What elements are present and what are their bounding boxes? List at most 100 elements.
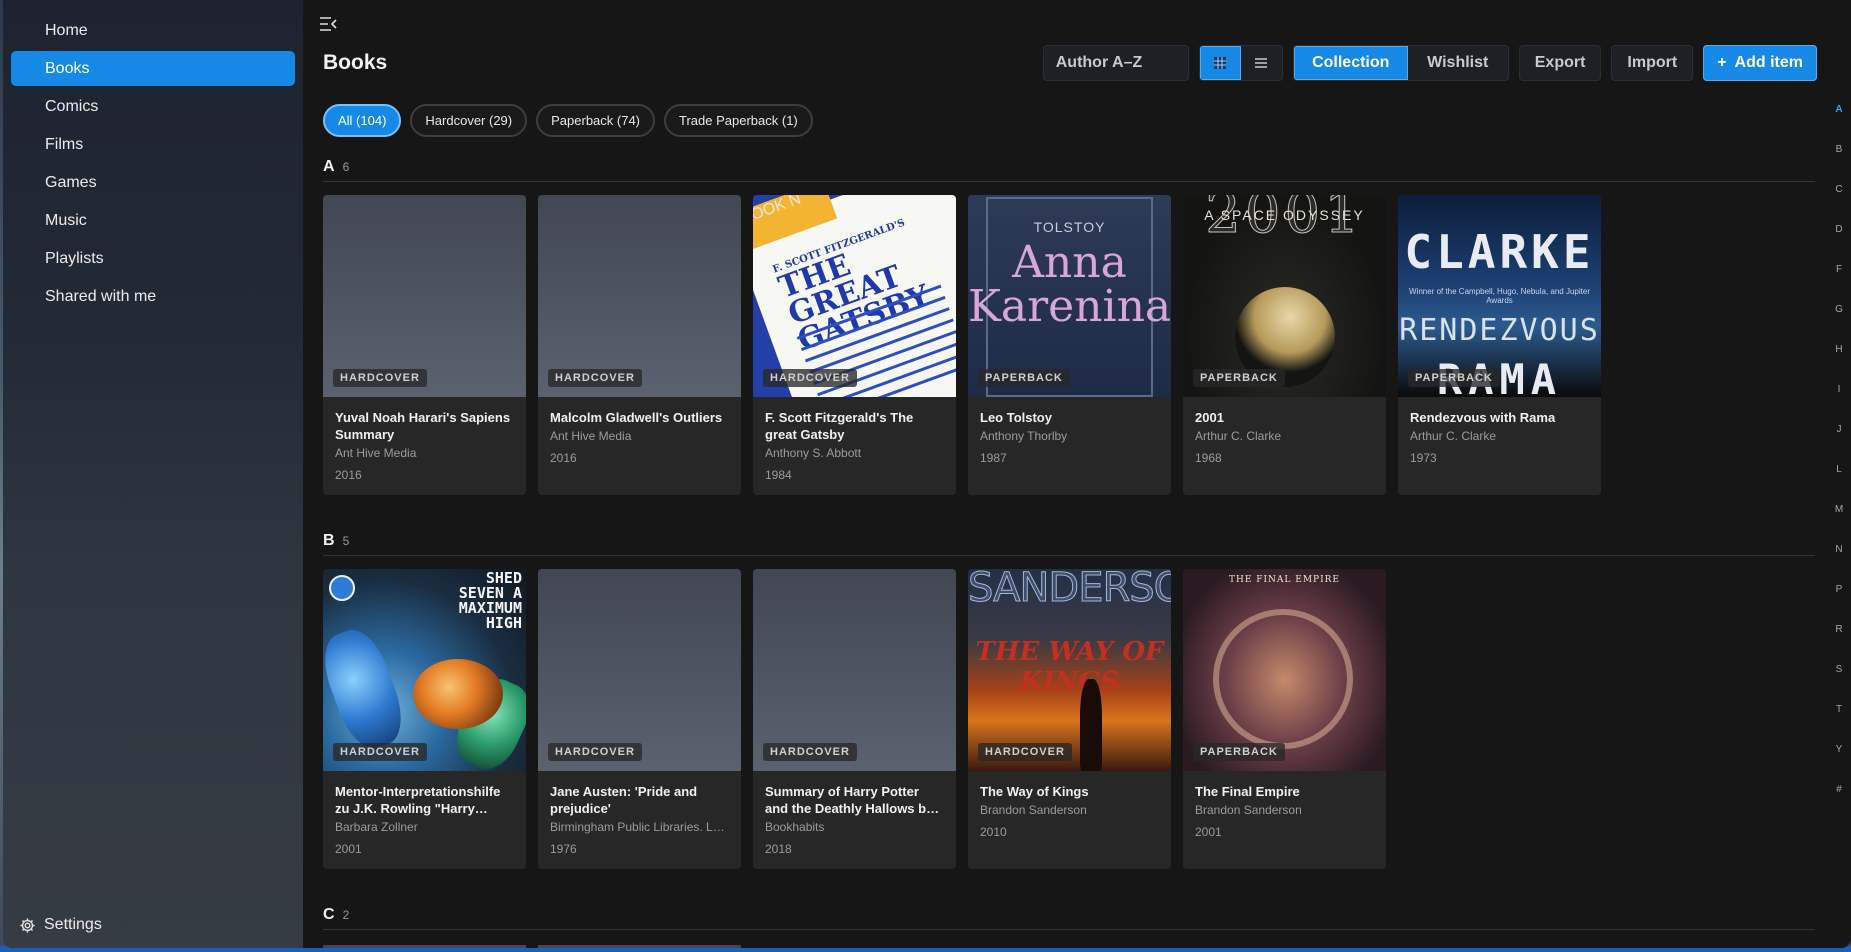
alphabet-index-letter[interactable]: T bbox=[1836, 704, 1842, 744]
alphabet-index-letter[interactable]: D bbox=[1835, 224, 1842, 264]
book-author: Anthony S. Abbott bbox=[765, 446, 862, 460]
book-title: Jane Austen: 'Pride and prejudice' bbox=[550, 784, 698, 816]
book-title: Summary of Harry Potter and the Deathly … bbox=[765, 784, 934, 816]
wishlist-tab[interactable]: Wishlist bbox=[1408, 46, 1508, 80]
section-header: B5 bbox=[323, 532, 1815, 556]
collapse-sidebar-icon[interactable] bbox=[319, 16, 337, 32]
book-author: Birmingham Public Libraries. Language an… bbox=[550, 820, 729, 834]
book-info: Yuval Noah Harari's Sapiens Summary Ant H… bbox=[323, 397, 526, 482]
book-card[interactable]: HARDCOVER Malcolm Gladwell's Outliers Ant … bbox=[538, 195, 741, 495]
cover-art bbox=[1213, 609, 1353, 749]
book-year: 2001 bbox=[1195, 825, 1222, 839]
filter-chip[interactable]: Paperback (74) bbox=[536, 104, 656, 137]
alphabet-index-letter[interactable]: J bbox=[1837, 424, 1842, 464]
alphabet-index-letter[interactable]: I bbox=[1838, 384, 1841, 424]
alphabet-index-letter[interactable]: G bbox=[1835, 304, 1843, 344]
book-card[interactable]: HARDCOVER Yuval Noah Harari's Sapiens Sum… bbox=[323, 195, 526, 495]
book-card[interactable]: HARDCOVER Jane Austen: 'Pride and prejudi… bbox=[538, 569, 741, 869]
list-icon bbox=[1255, 58, 1268, 68]
section-header: A6 bbox=[323, 158, 1815, 182]
cover-author: SANDERSON bbox=[968, 569, 1171, 612]
book-info: Rendezvous with Rama Arthur C. Clarke 1973 bbox=[1398, 397, 1601, 465]
sidebar-item-music[interactable]: Music bbox=[11, 203, 295, 238]
book-year: 2016 bbox=[550, 451, 577, 465]
settings-button[interactable]: Settings bbox=[19, 916, 102, 934]
format-badge: HARDCOVER bbox=[548, 369, 642, 387]
format-filters: All (104) Hardcover (29) Paperback (74) Tra… bbox=[323, 104, 813, 137]
book-info: Summary of Harry Potter and the Deathly … bbox=[753, 771, 956, 856]
alphabet-index-letter[interactable]: L bbox=[1836, 464, 1842, 504]
book-card[interactable]: SANDERSON THE WAY OF KINGS HARDCOVER The Wa… bbox=[968, 569, 1171, 869]
sidebar-item-playlists[interactable]: Playlists bbox=[11, 241, 295, 276]
page-title: Books bbox=[323, 51, 388, 74]
book-card[interactable]: SHED SEVEN A MAXIMUM HIGH HARDCOVER Mentor… bbox=[323, 569, 526, 869]
add-item-button[interactable]: + Add item bbox=[1703, 45, 1817, 81]
book-year: 2016 bbox=[335, 468, 362, 482]
book-title: Rendezvous with Rama bbox=[1410, 410, 1556, 425]
alphabet-index-letter[interactable]: N bbox=[1835, 544, 1842, 584]
filter-chip[interactable]: All (104) bbox=[323, 104, 402, 137]
import-button[interactable]: Import bbox=[1611, 45, 1694, 81]
alphabet-index-letter[interactable]: Y bbox=[1836, 744, 1843, 784]
book-year: 1984 bbox=[765, 468, 792, 482]
cover-title: Anna Karenina bbox=[968, 237, 1171, 332]
sidebar-item-games[interactable]: Games bbox=[11, 165, 295, 200]
book-card[interactable]: THE FINAL EMPIRE PAPERBACK The Final Empir… bbox=[1183, 569, 1386, 869]
book-author: Brandon Sanderson bbox=[980, 803, 1087, 817]
book-title: 2001 bbox=[1195, 410, 1224, 425]
alphabet-index-letter[interactable]: C bbox=[1835, 184, 1842, 224]
alphabet-index-letter[interactable]: S bbox=[1836, 664, 1843, 704]
cover-title: THE WAY OF KINGS bbox=[975, 637, 1164, 697]
book-info: Malcolm Gladwell's Outliers Ant Hive Medi… bbox=[538, 397, 741, 465]
book-author: Brandon Sanderson bbox=[1195, 803, 1302, 817]
section-count: 5 bbox=[342, 534, 350, 548]
book-year: 2018 bbox=[765, 842, 792, 856]
section-letter: A bbox=[323, 158, 335, 175]
alphabet-index-letter[interactable]: R bbox=[1835, 624, 1842, 664]
format-badge: HARDCOVER bbox=[763, 369, 857, 387]
alphabet-index-letter[interactable]: H bbox=[1835, 344, 1842, 384]
sidebar-item-films[interactable]: Films bbox=[11, 127, 295, 162]
sidebar-item-home[interactable]: Home bbox=[11, 13, 295, 48]
section-count: 6 bbox=[342, 160, 350, 174]
book-card[interactable]: 2001 A SPACE ODYSSEY PAPERBACK 2001 Arthur C… bbox=[1183, 195, 1386, 495]
format-badge: PAPERBACK bbox=[1408, 369, 1500, 387]
book-info: The Way of Kings Brandon Sanderson 2010 bbox=[968, 771, 1171, 839]
sidebar-nav: Home Books Comics Films Games Music Playlists S… bbox=[3, 13, 303, 314]
book-cover: BOOK N F. SCOTT FITZGERALD'S THE GREAT GAT… bbox=[753, 195, 956, 397]
alphabet-index-letter[interactable]: B bbox=[1836, 144, 1843, 184]
cover-art bbox=[323, 622, 412, 756]
gear-icon bbox=[20, 917, 35, 933]
cover-title-line1: RENDEZVOUS bbox=[1399, 313, 1600, 348]
export-button[interactable]: Export bbox=[1518, 45, 1602, 81]
list-view-button[interactable] bbox=[1241, 46, 1282, 80]
add-item-label: Add item bbox=[1734, 54, 1803, 71]
sidebar-item-comics[interactable]: Comics bbox=[11, 89, 295, 124]
sidebar-item-shared-with-me[interactable]: Shared with me bbox=[11, 279, 295, 314]
format-badge: PAPERBACK bbox=[978, 369, 1070, 387]
book-info: Mentor-Interpretationshilfe zu J.K. Rowl… bbox=[323, 771, 526, 856]
filter-chip[interactable]: Hardcover (29) bbox=[410, 104, 528, 137]
alphabet-index-letter[interactable]: # bbox=[1836, 784, 1842, 824]
collection-tab[interactable]: Collection bbox=[1293, 46, 1408, 80]
book-info: F. Scott Fitzgerald's The great Gatsby An… bbox=[753, 397, 956, 482]
alphabet-index: A B C D F G H I J L M N P R S T Y # bbox=[1827, 104, 1851, 824]
book-author: Arthur C. Clarke bbox=[1410, 429, 1497, 443]
book-card[interactable]: BOOK N F. SCOTT FITZGERALD'S THE GREAT GAT… bbox=[753, 195, 956, 495]
main-content: Books Author A–Z Collection Wishlist Exp… bbox=[303, 0, 1851, 948]
book-card[interactable]: HARDCOVER Summary of Harry Potter and the… bbox=[753, 569, 956, 869]
view-toggle bbox=[1198, 45, 1283, 81]
alphabet-index-letter[interactable]: A bbox=[1835, 104, 1842, 144]
filter-chip[interactable]: Trade Paperback (1) bbox=[664, 104, 813, 137]
grid-view-button[interactable] bbox=[1199, 46, 1241, 80]
alphabet-index-letter[interactable]: F bbox=[1836, 264, 1842, 304]
alphabet-index-letter[interactable]: P bbox=[1836, 584, 1843, 624]
alphabet-index-letter[interactable]: M bbox=[1835, 504, 1843, 544]
cover-figure bbox=[1080, 679, 1102, 771]
book-cover-peek bbox=[323, 945, 526, 948]
book-card[interactable]: TOLSTOY Anna Karenina PAPERBACK Leo Tolstoy… bbox=[968, 195, 1171, 495]
sidebar-item-books[interactable]: Books bbox=[11, 51, 295, 86]
format-badge: PAPERBACK bbox=[1193, 743, 1285, 761]
book-card[interactable]: CLARKE Winner of the Campbell, Hugo, Nebu… bbox=[1398, 195, 1601, 495]
sort-select[interactable]: Author A–Z bbox=[1042, 45, 1189, 81]
